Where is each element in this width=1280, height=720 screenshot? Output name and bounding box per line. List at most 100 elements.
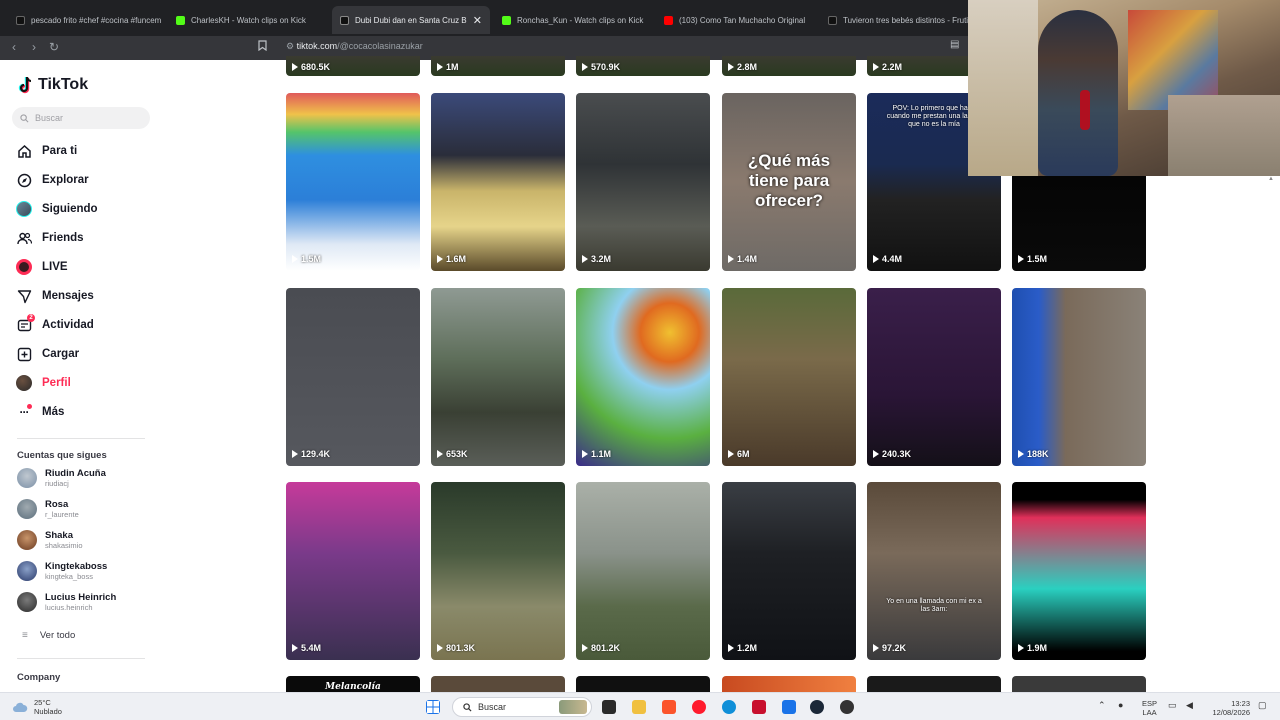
obs-app-icon[interactable] [840,700,854,714]
nav-cargar[interactable]: Cargar [16,343,156,365]
nav-actividad[interactable]: 2 Actividad [16,314,156,336]
video-card[interactable]: 680.5K [286,56,420,76]
adobe-app-icon[interactable] [752,700,766,714]
edge-browser-icon[interactable] [722,700,736,714]
browser-tab[interactable]: CharlesKH - Watch clips on Kick [176,8,321,32]
video-card[interactable]: 240.3K [867,288,1001,466]
bookmark-icon[interactable] [258,40,267,54]
play-icon [1018,255,1024,263]
view-count: 240.3K [873,449,911,459]
extension-icon[interactable]: ▤ [950,39,962,53]
video-card[interactable] [576,676,710,692]
language-indicator[interactable]: ESP LAA [1142,699,1157,717]
nav-live[interactable]: LIVE [16,256,156,278]
view-count-text: 801.3K [446,643,476,653]
avatar [17,561,37,581]
weather-widget[interactable]: 25°C Nublado [12,698,62,716]
video-card[interactable]: 1.1M [576,288,710,466]
avatar [17,592,37,612]
video-card[interactable]: 2.8M [722,56,856,76]
browser-tab[interactable]: (103) Como Tan Muchacho Original [664,8,814,32]
video-card[interactable] [1012,676,1146,692]
tiktok-logo[interactable]: TikTok [17,76,88,94]
video-card[interactable]: ¿Qué más tiene para ofrecer? 1.4M [722,93,856,271]
forward-icon[interactable]: › [26,40,42,54]
clock[interactable]: 13:23 12/08/2026 [1206,699,1250,717]
browser-tab-active[interactable]: Dubi Dubi dan en Santa Cruz Bol ✕ [332,6,490,34]
volume-icon[interactable]: ◀ [1186,701,1193,710]
url-field[interactable]: ⚙ tiktok.com/@cocacolasinazukar [286,41,423,52]
video-card[interactable]: 6M [722,288,856,466]
video-card[interactable]: 5.4M [286,482,420,660]
view-count-text: 680.5K [301,62,331,72]
nav-mas[interactable]: ··· Más [16,401,156,423]
following-account[interactable]: Kingtekaboss kingteka_boss [17,558,157,584]
task-view-icon[interactable] [602,700,616,714]
tab-title: Ronchas_Kun - Watch clips on Kick [517,15,644,25]
play-icon [873,255,879,263]
search-input[interactable]: Buscar [12,107,150,129]
reload-icon[interactable]: ↻ [46,40,62,54]
browser-tab[interactable]: Tuvieron tres bebés distintos - Fruti [828,8,968,32]
following-section-title: Cuentas que sigues [17,450,107,461]
microphone-icon[interactable]: ● [1118,701,1123,710]
following-account[interactable]: Shaka shakasimio [17,527,157,553]
browser-tab[interactable]: Ronchas_Kun - Watch clips on Kick [502,8,652,32]
video-card[interactable]: 1M [431,56,565,76]
following-account[interactable]: Lucius Heinrich lucius.heinrich [17,589,157,615]
activity-icon: 2 [16,314,35,333]
nav-explorar[interactable]: Explorar [16,169,156,191]
account-name: Kingtekaboss [45,561,108,572]
video-card[interactable]: 129.4K [286,288,420,466]
company-link[interactable]: Company [17,672,60,683]
video-card[interactable]: 801.3K [431,482,565,660]
video-card[interactable]: 3.2M [576,93,710,271]
nav-mensajes[interactable]: Mensajes [16,285,156,307]
brave-browser-icon[interactable] [662,700,676,714]
tab-title: Dubi Dubi dan en Santa Cruz Bol [355,15,467,25]
network-icon[interactable]: ▭ [1168,701,1177,710]
video-card[interactable] [722,676,856,692]
nav-para-ti[interactable]: Para ti [16,140,156,162]
account-username: shakasimio [45,541,83,550]
back-icon[interactable]: ‹ [6,40,22,54]
video-card[interactable] [431,676,565,692]
following-account[interactable]: Riudin Acuña riudiacj [17,465,157,491]
video-card[interactable]: 1.5M [286,93,420,271]
video-card[interactable]: Melancolía [286,676,420,692]
tray-chevron-icon[interactable]: ⌃ [1098,701,1106,710]
tab-title: Tuvieron tres bebés distintos - Fruti [843,15,968,25]
see-all-link[interactable]: ≡ Ver todo [22,630,75,641]
store-app-icon[interactable] [782,700,796,714]
nav-siguiendo[interactable]: Siguiendo [16,198,156,220]
file-explorer-icon[interactable] [632,700,646,714]
site-settings-icon[interactable]: ⚙ [286,41,297,51]
browser-tab[interactable]: pescado frito #chef #cocina #funcem [16,8,166,32]
nav-label: Siguiendo [42,203,98,215]
nav-friends[interactable]: Friends [16,227,156,249]
video-card[interactable]: 801.2K [576,482,710,660]
video-card[interactable]: 1.2M [722,482,856,660]
video-card[interactable]: 570.9K [576,56,710,76]
video-card[interactable] [867,676,1001,692]
video-card[interactable]: 1.6M [431,93,565,271]
nav-perfil[interactable]: Perfil [16,372,156,394]
video-card[interactable]: Yo en una llamada con mi ex a las 3am: 97… [867,482,1001,660]
following-account[interactable]: Rosa r_laurente [17,496,157,522]
nav-label: LIVE [42,261,68,273]
view-count: 680.5K [292,62,330,72]
steam-app-icon[interactable] [810,700,824,714]
windows-start-icon[interactable] [426,700,440,714]
video-card[interactable]: 188K [1012,288,1146,466]
play-icon [728,255,734,263]
opera-browser-icon[interactable] [692,700,706,714]
notifications-icon[interactable]: ▢ [1258,701,1267,710]
video-card[interactable]: 1.9M [1012,482,1146,660]
view-count-text: 188K [1027,449,1049,459]
nav-label: Mensajes [42,290,94,302]
page-scrollbar[interactable]: ▲ [1268,176,1274,686]
close-tab-icon[interactable]: ✕ [473,14,482,27]
taskbar-search[interactable]: Buscar [452,697,592,717]
video-card[interactable]: 653K [431,288,565,466]
tab-title: (103) Como Tan Muchacho Original [679,15,806,25]
